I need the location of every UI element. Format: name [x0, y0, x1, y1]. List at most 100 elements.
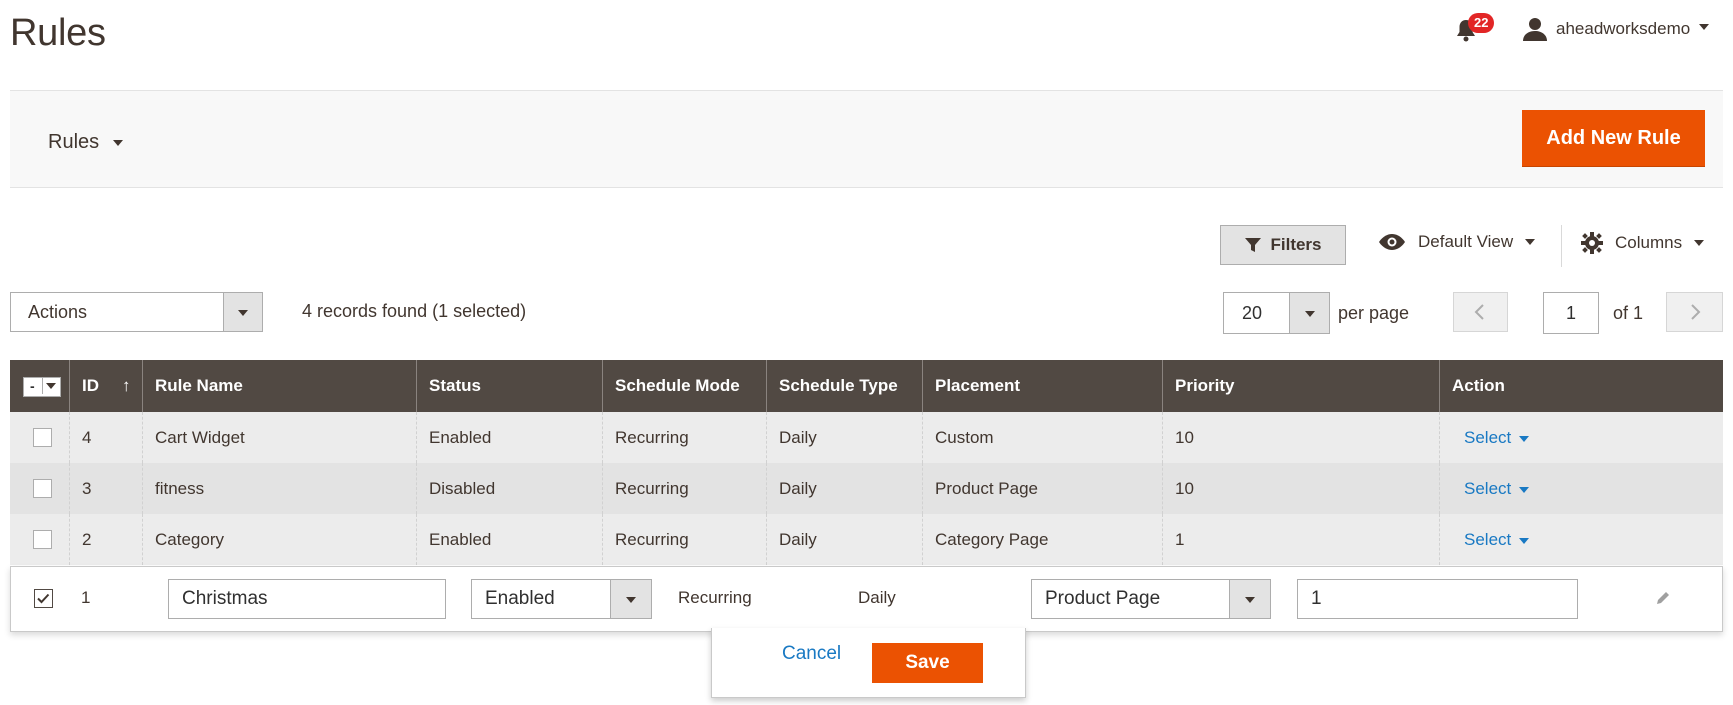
rules-switcher[interactable]: Rules: [48, 131, 99, 154]
chevron-down-icon: [1519, 486, 1530, 493]
edit-cell-schedule-type: Daily: [858, 588, 896, 607]
filters-label: Filters: [1270, 235, 1322, 254]
cell-id: 3: [69, 463, 142, 514]
row-checkbox[interactable]: [33, 530, 52, 549]
cell-status: Enabled: [416, 412, 602, 463]
user-menu-caret-icon[interactable]: [1699, 24, 1709, 30]
previous-page-button[interactable]: [1453, 292, 1508, 332]
current-page-input[interactable]: 1: [1543, 292, 1599, 334]
column-header-status[interactable]: Status: [416, 360, 602, 412]
eye-icon: [1379, 234, 1405, 250]
per-page-toggle[interactable]: [1289, 293, 1329, 333]
mass-select-toggle[interactable]: [42, 377, 60, 394]
columns-label: Columns: [1615, 233, 1683, 252]
save-button[interactable]: Save: [872, 643, 983, 683]
inline-edit-row[interactable]: 1 Christmas Enabled Recurring Daily Prod…: [10, 566, 1723, 632]
column-header-action: Action: [1439, 360, 1723, 412]
default-view-dropdown[interactable]: Default View: [1378, 232, 1536, 252]
status-select-toggle[interactable]: [610, 580, 651, 618]
placement-select-toggle[interactable]: [1229, 580, 1270, 618]
view-caret-icon: [1525, 239, 1536, 245]
filters-button[interactable]: Filters: [1220, 225, 1346, 265]
cell-action: Select: [1439, 412, 1723, 463]
grid-header: - ID ↑ Rule Name Status Schedule Mode Sch…: [10, 360, 1723, 412]
edit-pencil-icon[interactable]: [1654, 589, 1672, 612]
edit-cell-id: 1: [81, 588, 91, 607]
column-header-label: ID: [82, 376, 99, 395]
columns-dropdown[interactable]: Columns: [1581, 232, 1705, 254]
chevron-left-icon: [1474, 304, 1484, 320]
cell-schedule-type: Daily: [766, 412, 922, 463]
row-action-select[interactable]: Select: [1464, 530, 1530, 549]
cell-priority: 1: [1162, 514, 1439, 565]
table-row[interactable]: 3 fitness Disabled Recurring Daily Produ…: [10, 463, 1723, 514]
column-header-rule-name[interactable]: Rule Name: [142, 360, 416, 412]
mass-actions-label: Actions: [28, 302, 88, 322]
inline-edit-actions: Cancel Save: [711, 628, 1026, 698]
cell-id: 4: [69, 412, 142, 463]
cell-schedule-mode: Recurring: [602, 463, 766, 514]
per-page-select[interactable]: 20: [1223, 292, 1330, 334]
checkmark-icon: [37, 593, 50, 604]
placement-select[interactable]: Product Page: [1031, 579, 1271, 619]
cell-action: Select: [1439, 514, 1723, 565]
pencil-icon: [1657, 592, 1669, 604]
user-name[interactable]: aheadworksdemo: [1556, 19, 1690, 39]
column-header-schedule-mode[interactable]: Schedule Mode: [602, 360, 766, 412]
sort-ascending-icon: ↑: [122, 376, 131, 395]
row-action-label: Select: [1464, 479, 1512, 498]
chevron-down-icon: [1304, 311, 1315, 317]
mass-select-control[interactable]: -: [23, 376, 61, 397]
columns-caret-icon: [1694, 240, 1705, 246]
mass-actions-select[interactable]: Actions: [10, 292, 263, 332]
cell-placement: Product Page: [922, 463, 1162, 514]
status-select[interactable]: Enabled: [471, 579, 652, 619]
chevron-down-icon: [1519, 435, 1530, 442]
cell-schedule-type: Daily: [766, 463, 922, 514]
column-header-priority[interactable]: Priority: [1162, 360, 1439, 412]
table-row[interactable]: 4 Cart Widget Enabled Recurring Daily Cu…: [10, 412, 1723, 463]
mass-select-header[interactable]: -: [10, 360, 76, 412]
priority-input[interactable]: 1: [1297, 579, 1578, 619]
chevron-down-icon: [46, 382, 56, 389]
row-action-label: Select: [1464, 428, 1512, 447]
switcher-caret-icon[interactable]: [113, 140, 123, 146]
page-actions-bar: [10, 90, 1723, 188]
cell-priority: 10: [1162, 463, 1439, 514]
cell-schedule-mode: Recurring: [602, 412, 766, 463]
default-view-label: Default View: [1418, 232, 1514, 251]
column-header-id[interactable]: ID ↑: [69, 360, 142, 412]
per-page-value: 20: [1242, 303, 1263, 323]
cell-rule-name: Cart Widget: [142, 412, 416, 463]
records-found: 4 records found (1 selected): [302, 301, 527, 321]
row-select-cell: [10, 514, 69, 565]
gear-icon: [1581, 232, 1603, 254]
row-checkbox[interactable]: [33, 428, 52, 447]
row-checkbox[interactable]: [33, 479, 52, 498]
rule-name-input[interactable]: Christmas: [168, 579, 446, 619]
cell-priority: 10: [1162, 412, 1439, 463]
row-select-cell: [10, 463, 69, 514]
column-header-schedule-type[interactable]: Schedule Type: [766, 360, 922, 412]
cell-schedule-mode: Recurring: [602, 514, 766, 565]
user-icon[interactable]: [1522, 16, 1548, 42]
filter-icon: [1245, 238, 1262, 252]
chevron-down-icon: [238, 310, 248, 316]
add-new-rule-button[interactable]: Add New Rule: [1522, 110, 1705, 167]
cell-id: 2: [69, 514, 142, 565]
table-row[interactable]: 2 Category Enabled Recurring Daily Categ…: [10, 514, 1723, 565]
cell-placement: Category Page: [922, 514, 1162, 565]
row-checkbox-checked[interactable]: [34, 589, 53, 608]
next-page-button[interactable]: [1666, 292, 1723, 332]
mass-actions-toggle[interactable]: [223, 293, 262, 331]
cell-placement: Custom: [922, 412, 1162, 463]
row-select-cell: [10, 412, 69, 463]
row-action-select[interactable]: Select: [1464, 479, 1530, 498]
row-action-select[interactable]: Select: [1464, 428, 1530, 447]
per-page-label: per page: [1338, 303, 1410, 323]
chevron-down-icon: [1519, 537, 1530, 544]
column-header-placement[interactable]: Placement: [922, 360, 1162, 412]
notifications-count-badge: 22: [1468, 13, 1495, 33]
chevron-down-icon: [1245, 597, 1255, 603]
cancel-button[interactable]: Cancel: [782, 643, 841, 665]
